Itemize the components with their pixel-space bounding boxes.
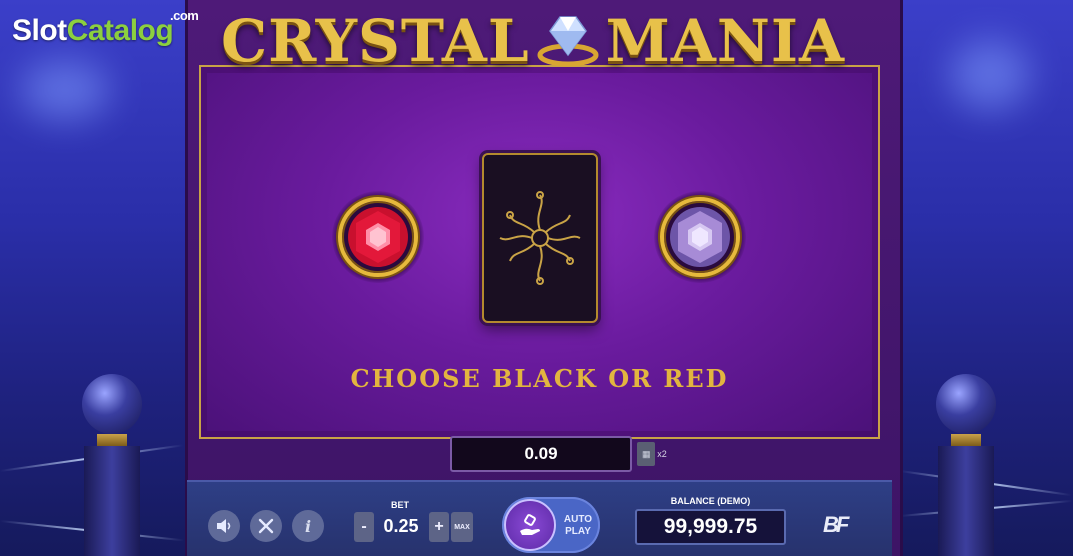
- balance-label: BALANCE (DEMO): [670, 496, 751, 506]
- balance-value: 99,999.75: [635, 509, 786, 545]
- red-gem-icon: [348, 207, 408, 267]
- info-icon: i: [304, 516, 312, 536]
- choose-black-button[interactable]: [654, 191, 746, 283]
- logo-word-2: MANIA: [605, 7, 845, 75]
- autoplay-button[interactable]: AUTO PLAY: [560, 514, 596, 538]
- spin-autoplay-control[interactable]: AUTO PLAY: [502, 497, 600, 553]
- sound-button[interactable]: [208, 510, 240, 542]
- collect-button[interactable]: ▦ x2: [637, 441, 667, 467]
- settings-button[interactable]: [250, 510, 282, 542]
- bet-increase-button[interactable]: +: [429, 512, 449, 542]
- face-down-card: [482, 153, 598, 323]
- watermark-suffix: .com: [170, 8, 199, 23]
- bet-decrease-button[interactable]: -: [354, 512, 374, 542]
- purple-gem-icon: [670, 207, 730, 267]
- bet-label: BET: [391, 500, 409, 510]
- logo-word-1: CRYSTAL: [221, 7, 530, 75]
- card-back-ornament-icon: [499, 191, 581, 285]
- bet-value: 0.25: [383, 516, 419, 536]
- hand-coins-icon: [520, 514, 540, 535]
- game-logo: CRYSTAL MANIA: [198, 6, 868, 76]
- speaker-icon: [217, 519, 231, 533]
- collect-multiplier: x2: [657, 449, 667, 459]
- card-stack-icon: ▦: [637, 442, 656, 466]
- stage-light: [950, 40, 1030, 110]
- wrench-icon: [258, 518, 274, 534]
- watermark-part-2: Catalog: [66, 14, 174, 47]
- choose-red-button[interactable]: [332, 191, 424, 283]
- rope-post-left: [80, 374, 144, 556]
- watermark-part-1: Slot: [12, 14, 67, 47]
- slotcatalog-watermark: SlotCatalog .com: [12, 8, 199, 48]
- provider-logo: BF: [823, 512, 849, 537]
- spin-button[interactable]: [504, 499, 556, 551]
- rope-post-right: [934, 374, 998, 556]
- stage-light: [20, 60, 110, 120]
- max-bet-button[interactable]: MAX: [451, 512, 473, 542]
- info-button[interactable]: i: [292, 510, 324, 542]
- choose-prompt: CHOOSE BLACK OR RED: [350, 364, 729, 393]
- diamond-ring-icon: [536, 11, 600, 71]
- gamble-win-amount: 0.09: [450, 436, 632, 472]
